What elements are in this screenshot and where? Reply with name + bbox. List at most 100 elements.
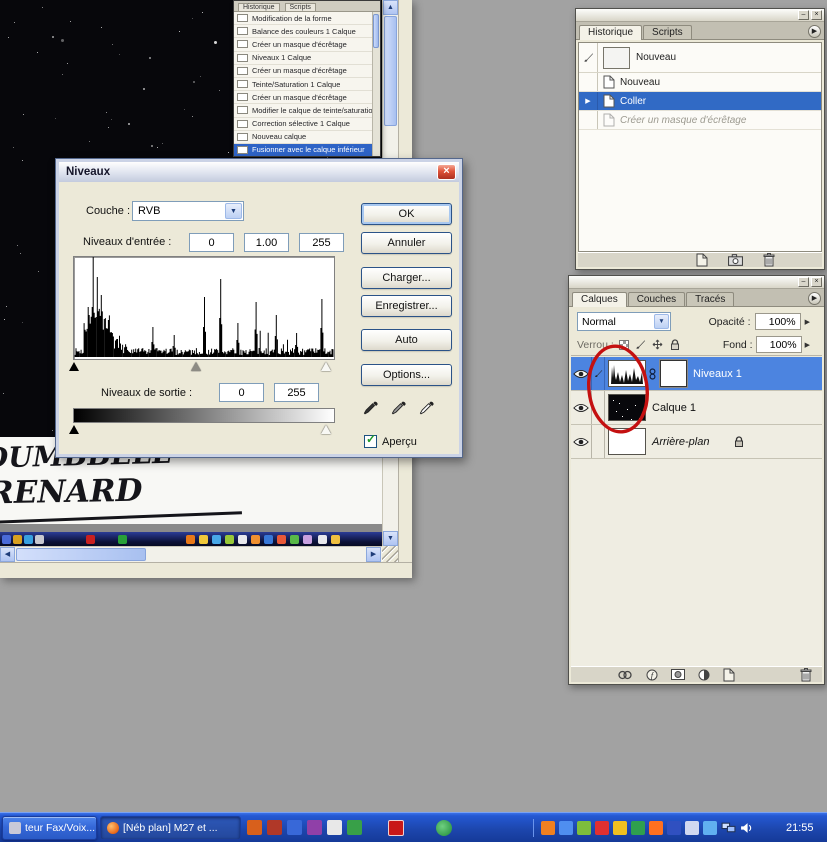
history-item-undone[interactable]: Créer un masque d'écrêtage bbox=[579, 111, 821, 130]
link-layers-icon[interactable] bbox=[617, 670, 633, 680]
chevron-down-icon[interactable]: ▼ bbox=[225, 203, 242, 219]
new-layer-icon[interactable] bbox=[723, 668, 735, 682]
layer-row-arriere-plan[interactable]: Arrière-plan bbox=[571, 425, 822, 459]
fill-slider-arrow-icon[interactable]: ▶ bbox=[805, 341, 810, 349]
close-icon[interactable]: × bbox=[437, 164, 456, 180]
history-state-item[interactable]: Balance des couleurs 1 Calque bbox=[234, 25, 372, 39]
layer-thumbnail[interactable] bbox=[608, 428, 646, 455]
opacity-field[interactable]: 100% bbox=[754, 313, 801, 330]
network-icon[interactable] bbox=[721, 822, 736, 834]
quick-launch-icon[interactable] bbox=[267, 820, 282, 835]
scroll-up-icon[interactable]: ▲ bbox=[383, 0, 398, 15]
history-state-item[interactable]: Nouveau calque bbox=[234, 130, 372, 144]
history-state-item[interactable]: Correction sélective 1 Calque bbox=[234, 117, 372, 131]
tab-scripts[interactable]: Scripts bbox=[643, 25, 692, 39]
adjustment-layer-thumbnail[interactable] bbox=[608, 360, 646, 387]
white-point-eyedropper-icon[interactable] bbox=[418, 400, 435, 417]
channel-select[interactable]: RVB ▼ bbox=[132, 201, 244, 221]
window-resize-grip[interactable] bbox=[382, 546, 398, 562]
minimize-icon[interactable]: – bbox=[798, 277, 809, 287]
volume-icon[interactable] bbox=[740, 822, 753, 834]
history-state-item[interactable]: Créer un masque d'écrêtage bbox=[234, 38, 372, 52]
visibility-toggle[interactable] bbox=[571, 425, 592, 458]
tab-scripts[interactable]: Scripts bbox=[284, 3, 316, 11]
tab-couches[interactable]: Couches bbox=[627, 292, 686, 306]
quick-launch-icon[interactable] bbox=[247, 820, 262, 835]
layer-name[interactable]: Calque 1 bbox=[652, 402, 696, 414]
output-black-slider[interactable] bbox=[69, 425, 79, 434]
input-low-field[interactable] bbox=[189, 233, 234, 252]
trash-icon[interactable] bbox=[800, 667, 812, 682]
lock-position-move-icon[interactable] bbox=[651, 338, 665, 352]
lock-transparency-icon[interactable] bbox=[617, 338, 631, 352]
blend-mode-select[interactable]: Normal ▼ bbox=[577, 312, 671, 331]
load-button[interactable]: Charger... bbox=[361, 267, 452, 289]
visibility-toggle[interactable] bbox=[571, 391, 592, 424]
adjustment-layer-icon[interactable] bbox=[698, 669, 710, 681]
tray-icon[interactable] bbox=[667, 821, 681, 835]
layer-effects-icon[interactable]: f bbox=[646, 669, 658, 681]
palette-menu-icon[interactable]: ▶ bbox=[808, 25, 821, 38]
layer-name[interactable]: Arrière-plan bbox=[652, 436, 709, 448]
history-state-item[interactable]: Créer un masque d'écrêtage bbox=[234, 64, 372, 78]
minimize-icon[interactable]: – bbox=[798, 10, 809, 20]
vertical-scroll-thumb[interactable] bbox=[384, 16, 397, 126]
palette-titlebar[interactable]: – × bbox=[569, 276, 824, 289]
output-high-field[interactable] bbox=[274, 383, 319, 402]
black-point-eyedropper-icon[interactable] bbox=[362, 400, 379, 417]
output-white-slider[interactable] bbox=[321, 425, 331, 434]
input-gamma-slider[interactable] bbox=[191, 362, 201, 371]
new-snapshot-camera-icon[interactable] bbox=[728, 254, 743, 266]
taskbar-task-fax[interactable]: teur Fax/Voix... bbox=[2, 816, 97, 840]
quick-launch-icon[interactable] bbox=[307, 820, 322, 835]
options-button[interactable]: Options... bbox=[361, 364, 452, 386]
input-high-field[interactable] bbox=[299, 233, 344, 252]
snapshot-row[interactable]: Nouveau bbox=[579, 43, 821, 73]
new-document-from-state-icon[interactable] bbox=[696, 253, 708, 267]
quick-launch-icon[interactable] bbox=[347, 820, 362, 835]
tab-traces[interactable]: Tracés bbox=[686, 292, 735, 306]
tab-calques[interactable]: Calques bbox=[572, 292, 627, 307]
quick-launch-icon[interactable] bbox=[287, 820, 302, 835]
history-brush-slot[interactable] bbox=[579, 111, 598, 129]
history-brush-slot[interactable] bbox=[579, 43, 598, 72]
horizontal-scroll-thumb[interactable] bbox=[16, 548, 146, 561]
tray-icon[interactable] bbox=[613, 821, 627, 835]
output-low-field[interactable] bbox=[219, 383, 264, 402]
tray-icon[interactable] bbox=[577, 821, 591, 835]
ok-button[interactable]: OK bbox=[361, 203, 452, 225]
history-state-item[interactable]: Modification de la forme bbox=[234, 12, 372, 26]
history-state-item[interactable]: Modifier le calque de teinte/saturation bbox=[234, 104, 372, 118]
scroll-left-icon[interactable]: ◀ bbox=[0, 547, 15, 562]
trash-icon[interactable] bbox=[763, 253, 775, 267]
history-state-item[interactable]: Teinte/Saturation 1 Calque bbox=[234, 77, 372, 92]
taskbar-task-firefox[interactable]: [Néb plan] M27 et ... bbox=[100, 816, 241, 840]
palette-titlebar[interactable]: – × bbox=[576, 9, 824, 22]
dialog-titlebar[interactable]: Niveaux × bbox=[59, 162, 459, 182]
input-gamma-field[interactable] bbox=[244, 233, 289, 252]
tray-icon[interactable] bbox=[559, 821, 573, 835]
history-state-item[interactable]: Niveaux 1 Calque bbox=[234, 51, 372, 65]
exit-red-icon[interactable] bbox=[388, 820, 404, 836]
tab-historique[interactable]: Historique bbox=[579, 25, 643, 40]
lock-pixels-brush-icon[interactable] bbox=[634, 338, 648, 352]
palette-menu-icon[interactable]: ▶ bbox=[808, 292, 821, 305]
layer-row-niveaux-1[interactable]: Niveaux 1 bbox=[571, 357, 822, 391]
tray-icon[interactable] bbox=[649, 821, 663, 835]
auto-button[interactable]: Auto bbox=[361, 329, 452, 351]
add-mask-icon[interactable] bbox=[671, 669, 685, 680]
mask-link-icon[interactable] bbox=[648, 367, 657, 380]
history-state-item[interactable]: Créer un masque d'écrêtage bbox=[234, 91, 372, 105]
document-horizontal-scrollbar[interactable]: ◀ ▶ bbox=[0, 546, 382, 562]
scroll-down-icon[interactable]: ▼ bbox=[383, 531, 398, 546]
green-app-icon[interactable] bbox=[436, 820, 452, 836]
floating-history-scrollbar[interactable] bbox=[372, 12, 380, 156]
quick-launch-icon[interactable] bbox=[327, 820, 342, 835]
cancel-button[interactable]: Annuler bbox=[361, 232, 452, 254]
scroll-right-icon[interactable]: ▶ bbox=[366, 547, 381, 562]
tray-icon[interactable] bbox=[703, 821, 717, 835]
tray-icon[interactable] bbox=[631, 821, 645, 835]
input-white-slider[interactable] bbox=[321, 362, 331, 371]
chevron-down-icon[interactable]: ▼ bbox=[654, 314, 669, 329]
history-item[interactable]: Nouveau bbox=[579, 73, 821, 92]
